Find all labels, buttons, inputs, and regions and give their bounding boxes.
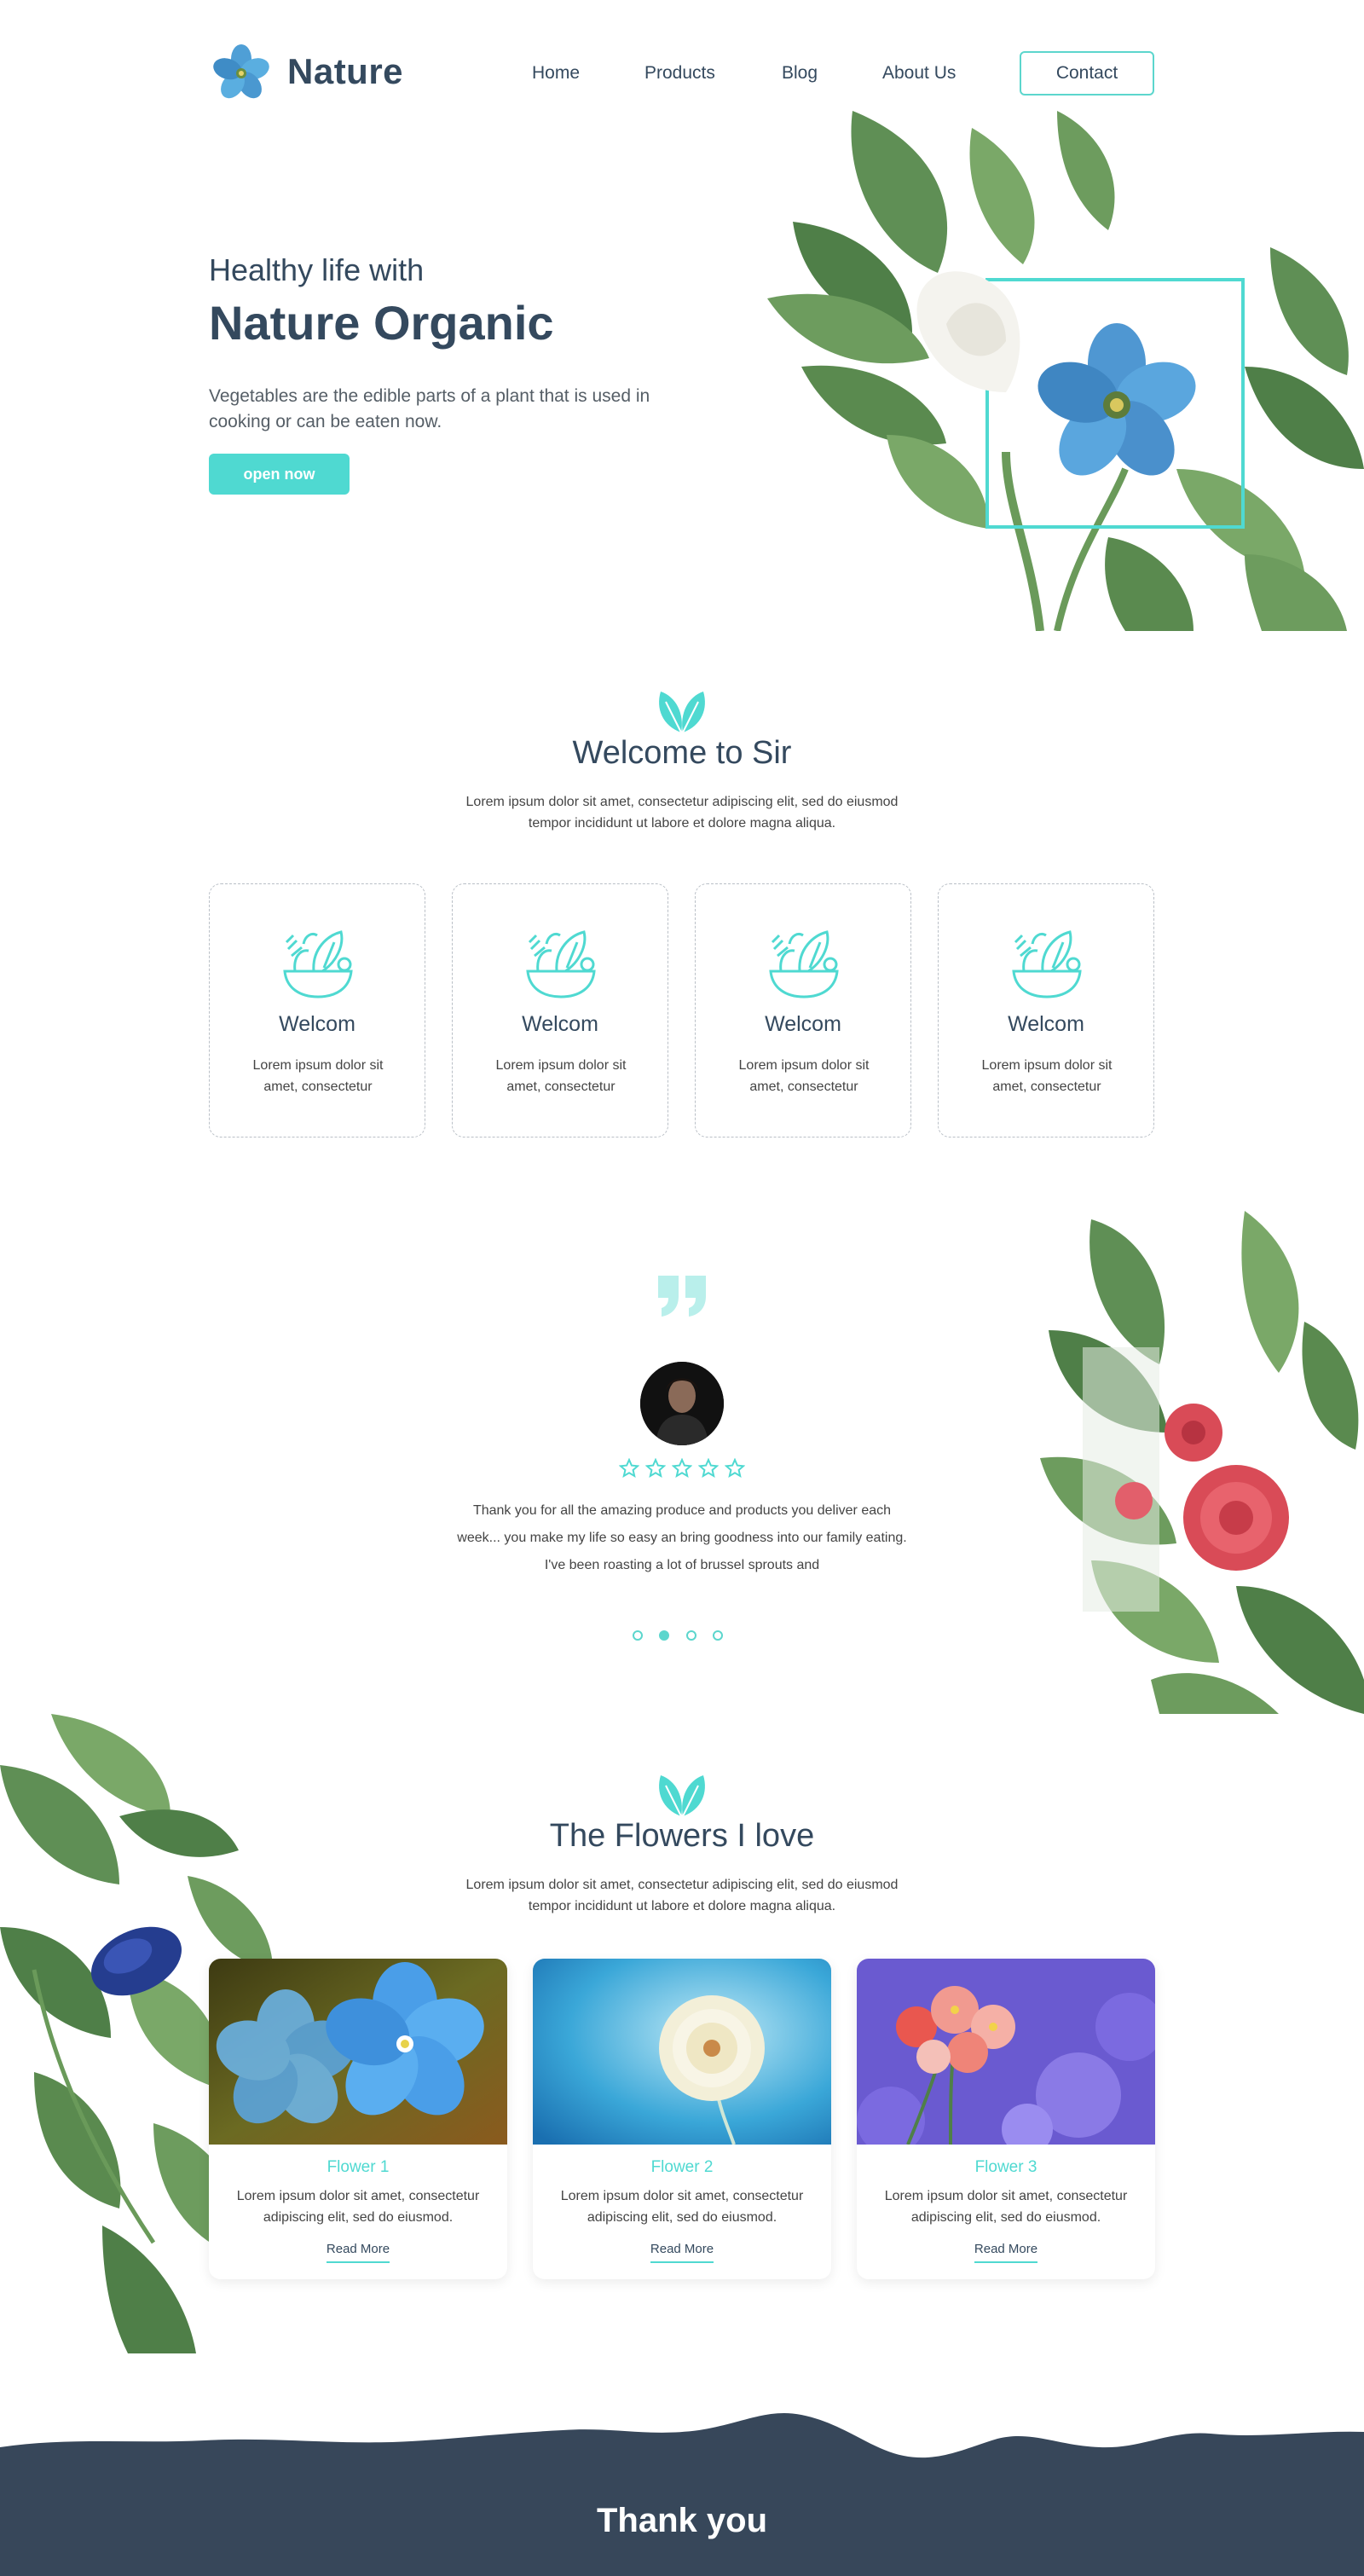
carousel-dot[interactable] — [685, 1630, 696, 1641]
flowers-description: Lorem ipsum dolor sit amet, consectetur … — [465, 1878, 899, 1913]
welcome-title: Welcome to Sir — [572, 735, 792, 771]
flower-text: Lorem ipsum dolor sit amet, consectetur … — [884, 2189, 1128, 2225]
star-icon — [725, 1458, 745, 1479]
contact-button[interactable]: Contact — [1020, 51, 1154, 96]
flower-card[interactable]: Flower 1 Lorem ipsum dolor sit amet, con… — [209, 1959, 507, 2279]
card-text: Lorem ipsum dolor sit amet, consectetur — [495, 1058, 627, 1094]
testimonial-text: Thank you for all the amazing produce an… — [457, 1503, 907, 1572]
star-icon — [672, 1458, 692, 1479]
welcome-card[interactable]: Welcom Lorem ipsum dolor sit amet, conse… — [209, 883, 425, 1137]
welcome-card[interactable]: Welcom Lorem ipsum dolor sit amet, conse… — [452, 883, 668, 1137]
hero-title: Nature Organic — [209, 296, 554, 350]
nav-blog[interactable]: Blog — [782, 63, 818, 84]
hero-description: Vegetables are the edible parts of a pla… — [209, 386, 650, 431]
card-title: Welcom — [765, 1012, 841, 1036]
nav-about-us[interactable]: About Us — [882, 63, 956, 84]
salad-bowl-icon — [526, 930, 596, 999]
carousel-dot-active[interactable] — [659, 1630, 670, 1641]
roses-illustration — [1040, 1211, 1364, 1714]
flower-text: Lorem ipsum dolor sit amet, consectetur … — [560, 2189, 804, 2225]
flower-card[interactable]: Flower 2 Lorem ipsum dolor sit amet, con… — [533, 1959, 831, 2279]
nav-home[interactable]: Home — [532, 63, 580, 84]
leaf-icon — [659, 1775, 705, 1817]
card-text: Lorem ipsum dolor sit amet, consectetur — [981, 1058, 1113, 1094]
nav-products[interactable]: Products — [644, 63, 715, 84]
flower-image-white — [533, 1959, 831, 2145]
footer-background — [0, 2412, 1364, 2576]
avatar — [640, 1362, 724, 1445]
read-more-link[interactable]: Read More — [857, 2242, 1155, 2263]
hero-flower-illustration — [767, 111, 1364, 631]
carousel-dot[interactable] — [712, 1630, 723, 1641]
card-text: Lorem ipsum dolor sit amet, consectetur — [738, 1058, 870, 1094]
logo-text[interactable]: Nature — [287, 51, 403, 92]
card-title: Welcom — [1008, 1012, 1084, 1036]
welcome-description: Lorem ipsum dolor sit amet, consectetur … — [465, 795, 899, 831]
flower-title: Flower 2 — [650, 2158, 714, 2176]
star-icon — [698, 1458, 719, 1479]
logo-flower-icon[interactable] — [209, 41, 274, 106]
card-text: Lorem ipsum dolor sit amet, consectetur — [252, 1058, 384, 1094]
salad-bowl-icon — [1012, 930, 1082, 999]
flower-image-blue — [209, 1959, 507, 2145]
footer-thank-you: Thank you — [596, 2502, 768, 2539]
flower-image-pink — [857, 1959, 1155, 2145]
salad-bowl-icon — [283, 930, 353, 999]
read-more-link[interactable]: Read More — [533, 2242, 831, 2263]
star-icon — [645, 1458, 666, 1479]
rating-stars — [619, 1458, 745, 1480]
leaf-icon — [659, 692, 705, 733]
welcome-card[interactable]: Welcom Lorem ipsum dolor sit amet, conse… — [938, 883, 1154, 1137]
salad-bowl-icon — [769, 930, 839, 999]
read-more-label[interactable]: Read More — [650, 2242, 714, 2263]
flower-title: Flower 3 — [974, 2158, 1037, 2176]
welcome-card[interactable]: Welcom Lorem ipsum dolor sit amet, conse… — [695, 883, 911, 1137]
carousel-dot[interactable] — [633, 1630, 643, 1641]
open-now-button[interactable]: open now — [209, 454, 350, 495]
flower-title: Flower 1 — [327, 2158, 390, 2176]
carousel-dots — [633, 1630, 723, 1642]
read-more-label[interactable]: Read More — [326, 2242, 390, 2263]
flower-text: Lorem ipsum dolor sit amet, consectetur … — [236, 2189, 480, 2225]
flowers-title: The Flowers I love — [549, 1818, 815, 1854]
star-icon — [619, 1458, 639, 1479]
card-title: Welcom — [279, 1012, 355, 1036]
flower-card[interactable]: Flower 3 Lorem ipsum dolor sit amet, con… — [857, 1959, 1155, 2279]
read-more-link[interactable]: Read More — [209, 2242, 507, 2263]
quote-icon — [658, 1276, 706, 1317]
person-icon — [640, 1362, 724, 1445]
hero-subtitle: Healthy life with — [209, 252, 425, 287]
card-title: Welcom — [522, 1012, 598, 1036]
read-more-label[interactable]: Read More — [974, 2242, 1038, 2263]
